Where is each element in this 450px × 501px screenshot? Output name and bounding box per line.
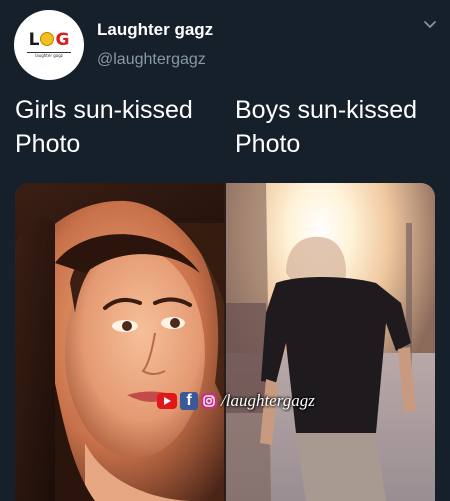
logo-text: LG <box>29 32 70 49</box>
display-name[interactable]: Laughter gagz <box>97 20 213 40</box>
caption-left: Girls sun-kissed Photo <box>15 96 193 158</box>
youtube-icon <box>157 393 177 409</box>
logo-letter-g: G <box>55 30 70 50</box>
instagram-icon <box>201 393 217 409</box>
boy-photo[interactable] <box>226 183 435 501</box>
logo-tagline: laughter gagz <box>35 53 63 58</box>
caption-right: Boys sun-kissed Photo <box>235 96 418 158</box>
facebook-icon: f <box>180 392 198 410</box>
girl-photo[interactable] <box>15 183 224 501</box>
avatar[interactable]: LG laughter gagz <box>14 10 84 80</box>
chevron-down-icon[interactable] <box>423 20 437 30</box>
watermark: f /laughtergagz <box>157 390 315 412</box>
watermark-text: /laughtergagz <box>221 391 315 410</box>
handle[interactable]: @laughtergagz <box>97 51 206 69</box>
tweet-media[interactable] <box>15 183 435 501</box>
logo-letter-l: L <box>28 30 40 50</box>
logo-emoji-icon <box>40 32 55 46</box>
